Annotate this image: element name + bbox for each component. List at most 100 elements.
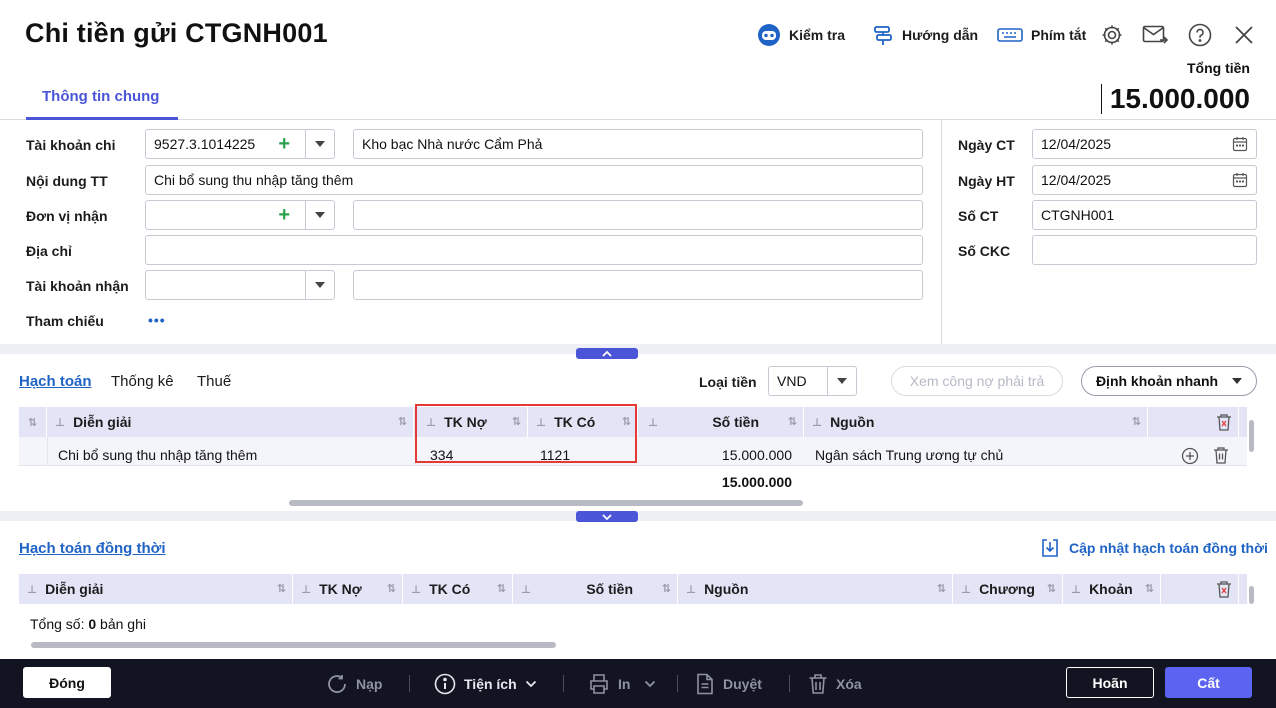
chevron-down-icon[interactable] — [837, 378, 847, 384]
delete-button[interactable]: Xóa — [808, 670, 862, 698]
reference-more-icon[interactable]: ••• — [148, 312, 166, 328]
delete-all-icon[interactable] — [1209, 407, 1239, 437]
vertical-scrollbar[interactable] — [1249, 586, 1254, 604]
guide-button[interactable]: Hướng dẫn — [872, 24, 978, 46]
scrollbar-thumb[interactable] — [31, 642, 556, 648]
date-ct-field[interactable]: 12/04/2025 — [1032, 129, 1257, 159]
pin-icon: ⊥ — [55, 416, 66, 429]
save-button[interactable]: Cất — [1165, 667, 1252, 698]
collapse-up-toggle[interactable] — [576, 348, 638, 359]
add-icon[interactable]: + — [278, 134, 290, 154]
calendar-icon[interactable] — [1232, 172, 1248, 191]
account-value: 9527.3.1014225 — [154, 136, 256, 152]
pin-icon: ⊥ — [27, 583, 38, 596]
col-chapter[interactable]: ⊥ Chương ⇅ — [953, 574, 1063, 604]
tab-tax[interactable]: Thuế — [197, 373, 231, 390]
col-description[interactable]: ⊥ Diễn giải ⇅ — [19, 574, 293, 604]
chevron-down-icon — [1232, 378, 1243, 384]
quick-entry-button[interactable]: Định khoản nhanh — [1081, 366, 1257, 396]
tab-accounting[interactable]: Hạch toán — [19, 373, 92, 390]
mail-send-icon[interactable] — [1142, 22, 1168, 48]
check-label: Kiểm tra — [789, 27, 846, 43]
reload-button[interactable]: Nạp — [326, 670, 382, 698]
vertical-scrollbar[interactable] — [1249, 420, 1254, 452]
concurrent-title[interactable]: Hạch toán đồng thời — [19, 540, 165, 557]
col-description-label: Diễn giải — [73, 414, 132, 430]
so-ct-field[interactable]: CTGNH001 — [1032, 200, 1257, 230]
tab-general-info[interactable]: Thông tin chung — [26, 78, 178, 120]
refresh-icon — [328, 675, 346, 693]
shortcut-button[interactable]: Phím tắt — [997, 24, 1086, 46]
delete-row-icon[interactable] — [1213, 446, 1229, 467]
horizontal-scrollbar[interactable] — [19, 642, 1247, 648]
chevron-down-icon — [645, 680, 656, 688]
chevron-down-icon[interactable] — [315, 141, 325, 147]
delete-all-icon[interactable] — [1209, 574, 1239, 604]
pin-icon: ⊥ — [686, 583, 697, 596]
col-credit[interactable]: ⊥ TK Có ⇅ — [403, 574, 513, 604]
form-divider — [941, 120, 942, 344]
close-button[interactable]: Đóng — [23, 667, 111, 698]
tab-statistics[interactable]: Thống kê — [111, 373, 174, 390]
account-name-field[interactable]: Kho bạc Nhà nước Cẩm Phả — [353, 129, 923, 159]
horizontal-scrollbar[interactable] — [19, 500, 1247, 506]
info-icon — [434, 673, 456, 695]
pin-icon: ⊥ — [521, 583, 532, 596]
record-count: Tổng số: 0 bản ghi — [30, 616, 146, 632]
gear-icon[interactable] — [1099, 22, 1125, 48]
scrollbar-thumb[interactable] — [289, 500, 803, 506]
so-ckc-field[interactable] — [1032, 235, 1257, 265]
total-label: Tổng tiền — [1187, 60, 1250, 76]
account-combo[interactable]: 9527.3.1014225 + — [145, 129, 335, 159]
pin-icon: ⊥ — [961, 583, 972, 596]
chevron-down-icon[interactable] — [315, 212, 325, 218]
col-amount[interactable]: ⊥ Số tiền ⇅ — [513, 574, 678, 604]
cancel-button[interactable]: Hoãn — [1066, 667, 1154, 698]
grid-total: 15.000.000 — [721, 474, 792, 490]
check-button[interactable]: Kiểm tra — [757, 24, 845, 46]
content-field[interactable]: Chi bổ sung thu nhập tăng thêm — [145, 165, 923, 195]
add-icon[interactable]: + — [278, 205, 290, 225]
chevron-up-icon — [602, 350, 612, 357]
recv-account-label: Tài khoản nhận — [26, 278, 129, 294]
recv-account-combo[interactable] — [145, 270, 335, 300]
help-icon[interactable] — [1187, 22, 1213, 48]
col-source[interactable]: ⊥ Nguồn ⇅ — [804, 407, 1148, 437]
col-description[interactable]: ⊥ Diễn giải ⇅ — [47, 407, 414, 437]
chevron-down-icon — [525, 680, 536, 688]
row-amount[interactable]: 15.000.000 — [640, 447, 792, 463]
col-debit[interactable]: ⊥ TK Nợ ⇅ — [293, 574, 403, 604]
sort-icon[interactable]: ⇅ — [19, 407, 47, 437]
utilities-button[interactable]: Tiện ích — [434, 670, 537, 698]
chevron-down-icon — [602, 513, 612, 520]
address-field[interactable] — [145, 235, 923, 265]
close-icon[interactable] — [1231, 22, 1257, 48]
sort-icon: ⇅ — [936, 583, 946, 595]
col-source[interactable]: ⊥ Nguồn ⇅ — [678, 574, 953, 604]
add-row-icon[interactable] — [1181, 447, 1199, 468]
currency-label: Loại tiền — [699, 374, 757, 390]
view-debt-button[interactable]: Xem công nợ phải trả — [891, 366, 1063, 396]
date-ht-field[interactable]: 12/04/2025 — [1032, 165, 1257, 195]
date-ct-value: 12/04/2025 — [1041, 136, 1112, 152]
sort-icon: ⇅ — [397, 416, 407, 428]
col-amount[interactable]: ⊥ Số tiền ⇅ — [640, 407, 804, 437]
row-description[interactable]: Chi bổ sung thu nhập tăng thêm — [58, 447, 257, 463]
pin-icon: ⊥ — [1071, 583, 1082, 596]
print-button[interactable]: In — [588, 670, 656, 698]
receiver-combo[interactable]: + — [145, 200, 335, 230]
row-source[interactable]: Ngân sách Trung ương tự chủ — [815, 447, 1003, 463]
account-label: Tài khoản chi — [26, 137, 116, 153]
pin-icon: ⊥ — [648, 416, 659, 429]
approve-button[interactable]: Duyệt — [695, 670, 762, 698]
update-concurrent-button[interactable]: Cập nhật hạch toán đồng thời — [1041, 538, 1268, 558]
col-section[interactable]: ⊥ Khoản ⇅ — [1063, 574, 1161, 604]
receiver-name-field[interactable] — [353, 200, 923, 230]
chevron-down-icon[interactable] — [315, 282, 325, 288]
receiver-label: Đơn vị nhận — [26, 208, 108, 224]
currency-select[interactable]: VND — [768, 366, 857, 396]
sort-icon: ⇅ — [1144, 583, 1154, 595]
collapse-down-toggle[interactable] — [576, 511, 638, 522]
calendar-icon[interactable] — [1232, 136, 1248, 155]
recv-account-name-field[interactable] — [353, 270, 923, 300]
